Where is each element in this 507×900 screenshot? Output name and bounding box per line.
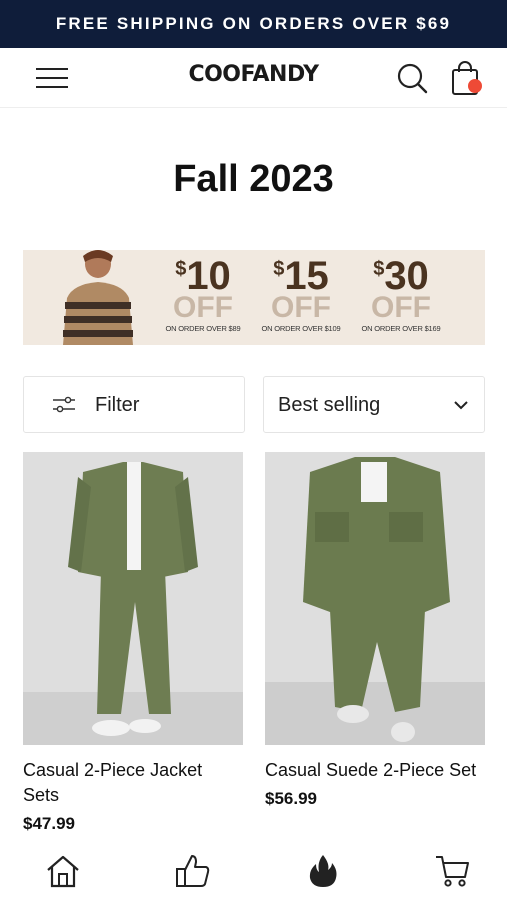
product-photo [265, 452, 485, 745]
offer-30: $30 OFF ON ORDER OVER $169 [361, 254, 441, 333]
brand-logo[interactable]: COOFANDY [0, 62, 507, 87]
product-card[interactable]: Casual 2-Piece Jacket Sets $47.99 [23, 452, 243, 834]
offer-10: $10 OFF ON ORDER OVER $89 [165, 254, 241, 333]
product-name[interactable]: Casual Suede 2-Piece Set [265, 758, 485, 783]
bottom-nav [0, 840, 507, 900]
home-icon [47, 855, 79, 888]
announcement-bar: FREE SHIPPING ON ORDERS OVER $69 [0, 0, 507, 48]
search-icon [397, 63, 428, 94]
flame-icon [309, 855, 337, 887]
site-header: COOFANDY [0, 48, 507, 108]
nav-trending-button[interactable] [304, 852, 342, 890]
bag-button[interactable] [448, 60, 488, 98]
sort-select[interactable]: Best selling [263, 376, 485, 433]
chevron-down-icon [454, 401, 468, 410]
filter-label: Filter [95, 394, 140, 416]
banner-model-image [63, 250, 133, 345]
cart-badge [468, 79, 482, 93]
product-price: $56.99 [265, 789, 317, 808]
product-card[interactable]: Casual Suede 2-Piece Set $56.99 [265, 452, 485, 809]
filter-button[interactable]: Filter [23, 376, 245, 433]
sliders-icon [53, 396, 75, 413]
nav-cart-button[interactable] [434, 852, 472, 890]
nav-favorites-button[interactable] [174, 852, 212, 890]
product-image[interactable] [265, 452, 485, 745]
thumbs-up-icon [176, 855, 210, 887]
offer-15: $15 OFF ON ORDER OVER $109 [261, 254, 341, 333]
search-button[interactable] [394, 60, 430, 96]
product-image[interactable] [23, 452, 243, 745]
bag-icon [452, 61, 478, 95]
announcement-text: FREE SHIPPING ON ORDERS OVER $69 [55, 14, 452, 33]
product-price: $47.99 [23, 814, 75, 833]
sort-label: Best selling [278, 394, 381, 416]
page-title: Fall 2023 [173, 158, 334, 200]
cart-icon [436, 856, 469, 887]
promo-banner[interactable]: $10 OFF ON ORDER OVER $89 $15 OFF ON ORD… [23, 250, 485, 345]
nav-home-button[interactable] [44, 852, 82, 890]
product-name[interactable]: Casual 2-Piece Jacket Sets [23, 758, 243, 808]
product-photo [23, 452, 243, 745]
